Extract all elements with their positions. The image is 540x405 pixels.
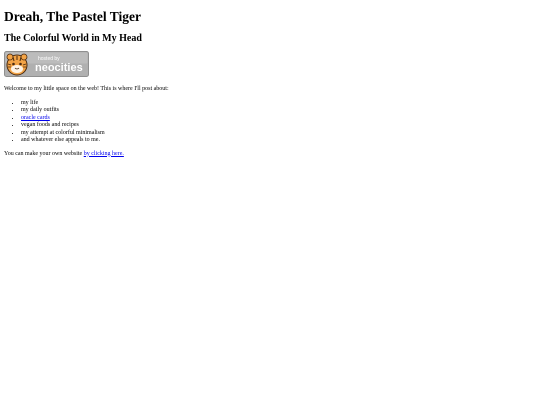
intro-text: Welcome to my little space on the web! T… (4, 86, 169, 93)
topic-item: my daily outfits (21, 107, 536, 115)
hosted-by-neocities-badge[interactable]: hosted by neocities (4, 51, 89, 78)
page-title: Dreah, The Pastel Tiger (4, 9, 141, 24)
tiger-mascot-icon (6, 53, 28, 76)
make-website-link[interactable]: by clicking here. (84, 151, 124, 157)
topic-item: my attempt at colorful minimalism (21, 130, 536, 138)
topic-text: my life (21, 99, 39, 106)
topic-text: my attempt at colorful minimalism (21, 129, 105, 136)
topic-text: and whatever else appeals to me. (21, 137, 100, 144)
topic-text: my daily outfits (21, 107, 59, 114)
topic-item: my life (21, 100, 536, 108)
topic-item: vegan foods and recipes (21, 122, 536, 130)
page-content: Dreah, The Pastel Tiger The Colorful Wor… (0, 0, 540, 158)
topic-item: oracle cards (21, 115, 536, 123)
footer-prefix: You can make your own website (4, 150, 84, 157)
svg-text:neocities: neocities (35, 62, 83, 74)
neocities-badge-image: hosted by neocities (4, 51, 89, 78)
topics-list: my life my daily outfits oracle cards ve… (4, 100, 536, 145)
topic-text: vegan foods and recipes (21, 122, 79, 129)
page-subtitle: The Colorful World in My Head (4, 32, 142, 44)
topic-item: and whatever else appeals to me. (21, 137, 536, 145)
footer-text: You can make your own website by clickin… (4, 151, 536, 159)
oracle-cards-link[interactable]: oracle cards (21, 115, 50, 121)
